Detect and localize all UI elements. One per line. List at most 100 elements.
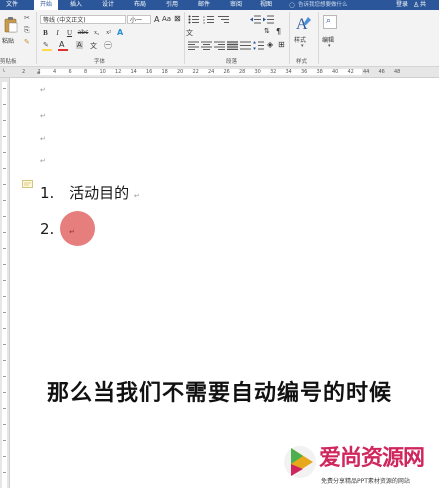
paragraph-mark: ↵: [40, 86, 46, 94]
distributed-button[interactable]: [240, 41, 251, 50]
tab-mailings[interactable]: 邮件: [194, 0, 214, 10]
subscript-button[interactable]: x₂: [92, 28, 101, 37]
highlight-color-button[interactable]: ✎: [41, 41, 55, 51]
justify-button[interactable]: [227, 41, 238, 50]
watermark-title: 爱尚资源网: [319, 445, 425, 471]
video-subtitle: 那么当我们不需要自动编号的时候: [46, 381, 392, 406]
paragraph-mark: ↵: [133, 192, 140, 200]
list-item[interactable]: 2. ↵: [40, 220, 75, 238]
comment-icon[interactable]: [22, 174, 33, 188]
play-logo-icon: [284, 446, 316, 478]
ruler-number: 4: [53, 69, 57, 75]
ruler-tick: [3, 136, 6, 137]
multilevel-list-button[interactable]: [218, 15, 229, 24]
increase-indent-button[interactable]: [263, 15, 274, 24]
align-center-button[interactable]: [201, 41, 212, 50]
sign-in-link[interactable]: 登录: [396, 0, 408, 10]
tab-layout[interactable]: 布局: [130, 0, 150, 10]
ruler-tick: [3, 328, 6, 329]
tab-design[interactable]: 设计: [98, 0, 118, 10]
group-label-paragraph: 段落: [226, 59, 238, 65]
superscript-button[interactable]: x²: [104, 28, 113, 37]
ruler-tick: [3, 344, 6, 345]
ruler-tick: [3, 424, 6, 425]
tab-review[interactable]: 审阅: [226, 0, 246, 10]
ruler-number: 2: [37, 69, 41, 75]
vertical-ruler[interactable]: [0, 78, 10, 488]
cut-icon[interactable]: ✂: [24, 14, 30, 22]
svg-text:3: 3: [203, 21, 205, 24]
ruler-number: 12: [115, 69, 122, 75]
vertical-ruler-area: [2, 82, 7, 488]
tab-insert[interactable]: 插入: [66, 0, 86, 10]
bullet-list-icon: [188, 15, 199, 24]
phonetic-guide-icon[interactable]: 文: [90, 41, 97, 51]
paragraph-mark: ↵: [40, 157, 46, 165]
tab-view[interactable]: 视图: [256, 0, 276, 10]
strikethrough-button[interactable]: abc: [76, 28, 90, 37]
clear-format-icon[interactable]: ⊠: [174, 14, 181, 23]
sort-icon[interactable]: ⇅: [264, 27, 270, 35]
styles-button[interactable]: A 样式 ▾: [293, 14, 315, 52]
decrease-indent-button[interactable]: [250, 15, 261, 24]
group-divider: [289, 12, 290, 64]
ruler-number: 36: [301, 69, 308, 75]
enclose-char-icon[interactable]: ㊀: [104, 40, 112, 51]
ruler-tick: [3, 280, 6, 281]
distributed-icon: [240, 41, 251, 50]
tab-stop-selector[interactable]: └: [2, 69, 5, 75]
ruler-number: 14: [130, 69, 137, 75]
format-painter-icon[interactable]: ✎: [24, 38, 30, 46]
ruler-tick: [3, 120, 6, 121]
chinese-layout-icon[interactable]: 文: [186, 28, 193, 38]
paste-button[interactable]: [3, 14, 19, 34]
italic-button[interactable]: I: [53, 28, 62, 37]
change-case-icon[interactable]: Aa: [162, 15, 171, 23]
ruler-number: 30: [254, 69, 261, 75]
ruler-tick: [3, 360, 6, 361]
ruler-number: 40: [332, 69, 339, 75]
text-effects-icon[interactable]: A: [117, 28, 123, 37]
ruler-number: 2: [22, 69, 26, 75]
show-marks-icon[interactable]: ¶: [276, 27, 281, 36]
grow-font-icon[interactable]: A: [154, 15, 159, 24]
bold-button[interactable]: B: [41, 28, 50, 37]
ruler-number: 6: [68, 69, 72, 75]
numbering-button[interactable]: 123: [203, 15, 214, 24]
font-color-swatch: [58, 49, 68, 51]
ruler-tick: [3, 200, 6, 201]
ruler-number: 32: [270, 69, 277, 75]
font-color-icon: A: [59, 40, 65, 49]
align-left-button[interactable]: [188, 41, 199, 50]
ruler-tick: [3, 248, 6, 249]
group-label-font: 字体: [94, 59, 106, 65]
shading-icon[interactable]: ◈: [267, 40, 273, 49]
tab-home[interactable]: 开始: [34, 0, 58, 10]
ruler-number: 10: [99, 69, 106, 75]
ribbon-home: 粘贴 ✂ ⎘ ✎ 剪贴板 等线 (中文正文) 小一 A Aa ⊠ B I U a…: [0, 10, 439, 67]
font-color-button[interactable]: A: [57, 40, 71, 51]
editing-icon-frame: ⌕: [323, 15, 337, 29]
editing-button[interactable]: ⌕ 编辑 ▾: [321, 14, 341, 52]
copy-icon[interactable]: ⎘: [24, 26, 30, 35]
underline-button[interactable]: U: [65, 28, 74, 37]
horizontal-ruler[interactable]: └ ⌂ 2 2 4 6 8 10 12 14 16 18 20 22 24 26 28 30 32 34 36 38 4…: [0, 67, 439, 78]
decrease-indent-icon: [250, 15, 261, 24]
document-page[interactable]: ↵ ↵ ↵ ↵ 1. 活动目的 ↵ 2. ↵: [10, 78, 439, 488]
share-button[interactable]: 共: [420, 0, 426, 10]
line-spacing-button[interactable]: [253, 41, 264, 50]
clipboard-icon: [4, 16, 18, 32]
font-name-combo[interactable]: 等线 (中文正文): [40, 15, 126, 24]
tab-references[interactable]: 引用: [162, 0, 182, 10]
list-item[interactable]: 1. 活动目的 ↵: [40, 182, 140, 203]
ruler-tick: [3, 440, 6, 441]
align-right-button[interactable]: [214, 41, 225, 50]
char-shading-icon[interactable]: A: [76, 41, 83, 49]
borders-icon[interactable]: ⊞: [278, 40, 285, 49]
tell-me-search[interactable]: 告诉我您想要做什么: [298, 0, 348, 10]
ruler-tick: [3, 88, 6, 89]
font-size-combo[interactable]: 小一: [127, 15, 151, 24]
ruler-tick: [3, 296, 6, 297]
bullets-button[interactable]: [188, 15, 199, 24]
tab-file[interactable]: 文件: [2, 0, 22, 10]
